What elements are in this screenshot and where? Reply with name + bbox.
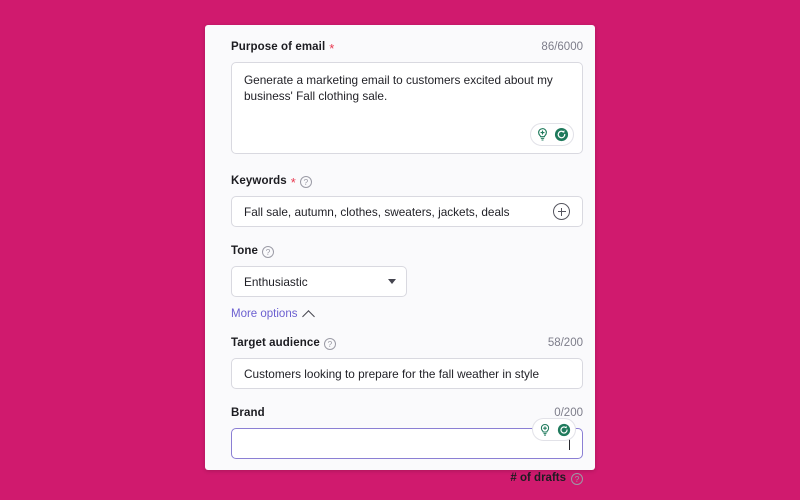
keywords-value: Fall sale, autumn, clothes, sweaters, ja… (244, 204, 510, 219)
brand-actions-pill (532, 418, 576, 441)
help-icon[interactable]: ? (571, 473, 583, 485)
plus-circle-icon[interactable] (553, 203, 570, 220)
tone-label-row: Tone ? (231, 241, 583, 261)
lightbulb-plus-icon[interactable] (534, 126, 551, 143)
purpose-actions-pill (530, 123, 574, 146)
purpose-of-email-label-row: Purpose of email * 86/6000 (231, 37, 583, 57)
purpose-character-counter: 86/6000 (541, 41, 583, 53)
chevron-down-icon[interactable] (388, 279, 396, 284)
more-options-toggle[interactable]: More options (231, 308, 316, 323)
keywords-label-group: Keywords * ? (231, 175, 312, 190)
tone-selected-value: Enthusiastic (244, 274, 308, 289)
target-audience-label-row: Target audience ? 58/200 (231, 333, 583, 353)
brand-input[interactable] (231, 418, 583, 459)
regenerate-icon[interactable] (553, 126, 570, 143)
required-asterisk-icon: * (329, 41, 335, 56)
keywords-input[interactable]: Fall sale, autumn, clothes, sweaters, ja… (231, 196, 583, 227)
help-icon[interactable]: ? (262, 246, 275, 258)
help-icon[interactable]: ? (299, 176, 312, 188)
brand-label: Brand (231, 407, 265, 419)
lightbulb-plus-icon[interactable] (536, 421, 553, 438)
purpose-label-group: Purpose of email * (231, 41, 335, 56)
keywords-label-row: Keywords * ? (231, 171, 583, 191)
form-container: Purpose of email * 86/6000 Generate a ma… (231, 37, 583, 485)
more-options-label: More options (231, 308, 298, 320)
screen: Purpose of email * 86/6000 Generate a ma… (0, 0, 800, 500)
keywords-label: Keywords (231, 175, 287, 187)
regenerate-icon[interactable] (555, 421, 572, 438)
tone-select[interactable]: Enthusiastic (231, 266, 407, 297)
target-audience-character-counter: 58/200 (547, 337, 583, 349)
drafts-label: # of drafts (510, 472, 566, 484)
purpose-of-email-textarea[interactable]: Generate a marketing email to customers … (231, 62, 583, 154)
email-generation-card: Purpose of email * 86/6000 Generate a ma… (205, 25, 595, 485)
required-asterisk-icon: * (290, 175, 296, 190)
purpose-of-email-label: Purpose of email (231, 41, 326, 53)
tone-label: Tone (231, 245, 259, 257)
tone-label-group: Tone ? (231, 245, 275, 258)
drafts-row: # of drafts ? (231, 472, 583, 485)
target-audience-label: Target audience (231, 337, 320, 349)
help-icon[interactable]: ? (323, 338, 336, 350)
brand-label-row: Brand 0/200 (231, 403, 583, 423)
target-audience-label-group: Target audience ? (231, 337, 336, 350)
brand-label-group: Brand (231, 407, 265, 419)
target-audience-value: Customers looking to prepare for the fal… (244, 366, 540, 381)
target-audience-input[interactable]: Customers looking to prepare for the fal… (231, 358, 583, 389)
purpose-of-email-value: Generate a marketing email to customers … (244, 73, 553, 103)
